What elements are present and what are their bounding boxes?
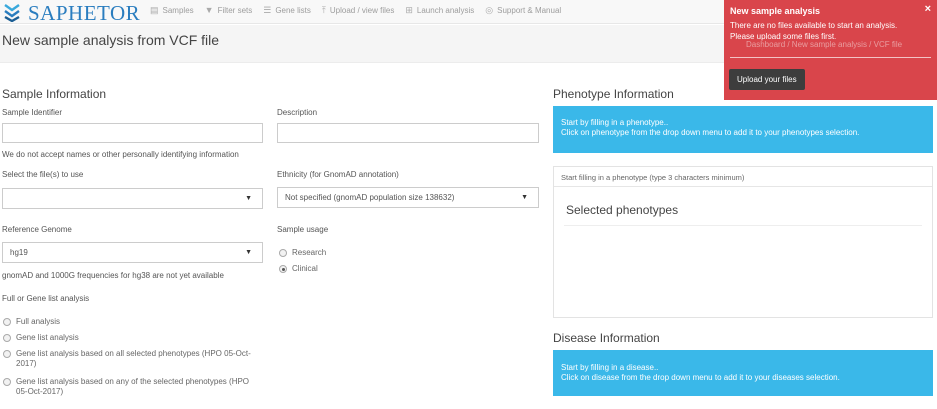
analysis-option-full[interactable]: Full analysis bbox=[3, 317, 258, 327]
description-input[interactable] bbox=[277, 123, 539, 143]
reference-genome-select[interactable]: hg19 ▼ bbox=[2, 242, 263, 263]
chevron-down-icon: ▼ bbox=[245, 249, 252, 256]
lifebuoy-icon: ◎ bbox=[485, 5, 494, 15]
usage-option-clinical[interactable]: Clinical bbox=[279, 264, 318, 274]
disease-information-title: Disease Information bbox=[553, 331, 660, 345]
main-nav: ▤ Samples ▼ Filter sets ☰ Gene lists ⤒ U… bbox=[150, 5, 561, 16]
privacy-note: We do not accept names or other personal… bbox=[2, 150, 239, 159]
analysis-type-label: Full or Gene list analysis bbox=[2, 294, 90, 303]
analysis-option-all-phenotypes[interactable]: Gene list analysis based on all selected… bbox=[3, 349, 258, 369]
analysis-option-any-phenotypes[interactable]: Gene list analysis based on any of the s… bbox=[3, 377, 258, 397]
reference-genome-label: Reference Genome bbox=[2, 225, 72, 234]
toast-title: New sample analysis bbox=[730, 6, 821, 16]
notification-toast: New sample analysis × There are no files… bbox=[724, 0, 937, 100]
divider bbox=[564, 225, 922, 226]
saphetor-logo-icon[interactable] bbox=[2, 2, 22, 22]
genome-note: gnomAD and 1000G frequencies for hg38 ar… bbox=[2, 271, 224, 280]
radio-all-phenotypes[interactable] bbox=[3, 350, 11, 358]
nav-upload-files[interactable]: ⤒ Upload / view files bbox=[321, 5, 394, 16]
close-icon[interactable]: × bbox=[925, 3, 931, 15]
sample-usage-label: Sample usage bbox=[277, 225, 329, 234]
radio-gene-list[interactable] bbox=[3, 334, 11, 342]
plus-square-icon: ⊞ bbox=[405, 5, 413, 15]
disease-info-box: Start by filling in a disease.. Click on… bbox=[553, 350, 933, 396]
list-icon: ☰ bbox=[263, 5, 272, 15]
files-select[interactable]: ▼ bbox=[2, 188, 263, 209]
toast-message: There are no files available to start an… bbox=[730, 21, 898, 41]
files-label: Select the file(s) to use bbox=[2, 170, 84, 179]
samples-icon: ▤ bbox=[150, 5, 159, 15]
page-title: New sample analysis from VCF file bbox=[2, 32, 220, 48]
breadcrumb: Dashboard / New sample analysis / VCF fi… bbox=[746, 40, 903, 49]
radio-research[interactable] bbox=[279, 249, 287, 257]
nav-samples[interactable]: ▤ Samples bbox=[150, 5, 194, 16]
nav-launch-analysis[interactable]: ⊞ Launch analysis bbox=[405, 5, 474, 16]
phenotype-panel: Start filling in a phenotype (type 3 cha… bbox=[553, 166, 933, 318]
chevron-down-icon: ▼ bbox=[245, 195, 252, 202]
upload-files-button[interactable]: Upload your files bbox=[729, 69, 805, 90]
description-label: Description bbox=[277, 108, 318, 117]
usage-option-research[interactable]: Research bbox=[279, 248, 326, 258]
phenotype-search-input[interactable]: Start filling in a phenotype (type 3 cha… bbox=[554, 167, 932, 187]
nav-support-manual[interactable]: ◎ Support & Manual bbox=[485, 5, 561, 16]
chevron-down-icon: ▼ bbox=[521, 194, 528, 201]
analysis-option-gene-list[interactable]: Gene list analysis bbox=[3, 333, 258, 343]
ethnicity-label: Ethnicity (for GnomAD annotation) bbox=[277, 170, 399, 179]
radio-clinical[interactable] bbox=[279, 265, 287, 273]
filter-icon: ▼ bbox=[204, 5, 214, 15]
upload-icon: ⤒ bbox=[321, 5, 326, 15]
nav-filter-sets[interactable]: ▼ Filter sets bbox=[204, 5, 253, 16]
sample-identifier-input[interactable] bbox=[2, 123, 263, 143]
radio-any-phenotypes[interactable] bbox=[3, 378, 11, 386]
brand-name[interactable]: SAPHETOR bbox=[28, 1, 140, 26]
phenotype-info-box: Start by filling in a phenotype.. Click … bbox=[553, 106, 933, 153]
nav-gene-lists[interactable]: ☰ Gene lists bbox=[263, 5, 311, 16]
selected-phenotypes-title: Selected phenotypes bbox=[566, 203, 679, 217]
toast-divider bbox=[730, 57, 931, 58]
phenotype-information-title: Phenotype Information bbox=[553, 87, 674, 101]
sample-information-title: Sample Information bbox=[2, 87, 107, 101]
radio-full-analysis[interactable] bbox=[3, 318, 11, 326]
sample-identifier-label: Sample Identifier bbox=[2, 108, 63, 117]
ethnicity-select[interactable]: Not specified (gnomAD population size 13… bbox=[277, 187, 539, 208]
